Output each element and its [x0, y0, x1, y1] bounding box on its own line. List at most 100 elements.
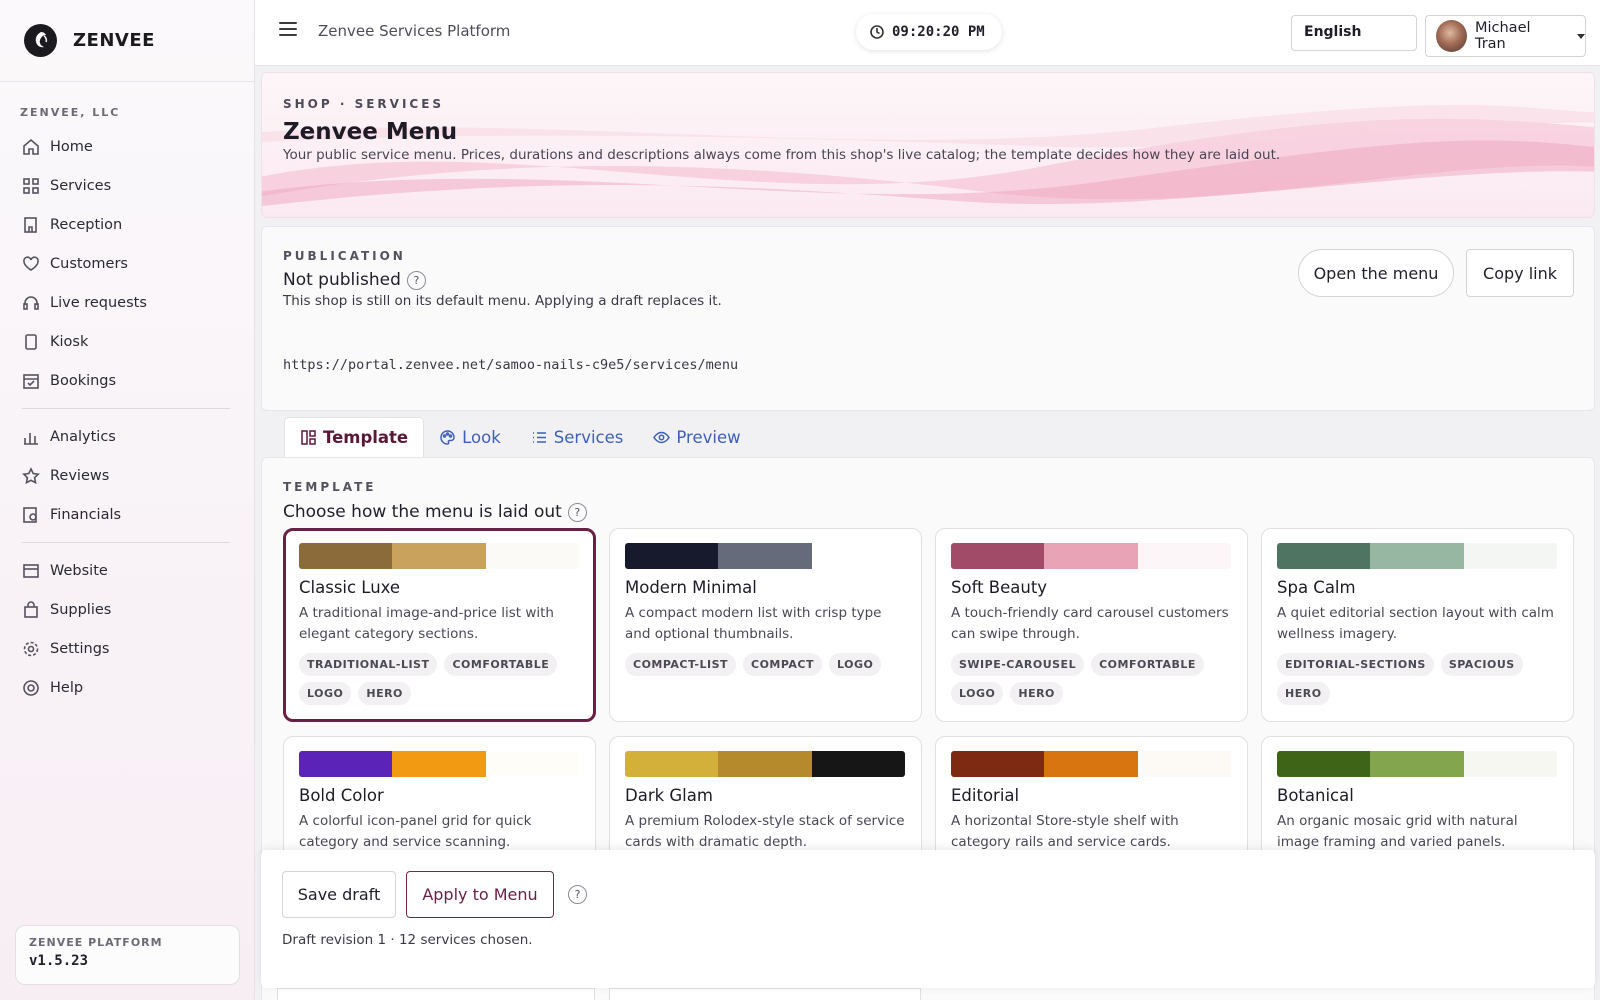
page-title: Zenvee Menu — [283, 119, 458, 145]
sidebar-item-website[interactable]: Website — [0, 551, 254, 590]
sidebar-item-home[interactable]: Home — [0, 127, 254, 166]
color-swatches — [951, 543, 1231, 569]
help-icon[interactable]: ? — [406, 270, 426, 290]
brand-logo-icon — [24, 24, 57, 57]
template-name: Dark Glam — [625, 786, 713, 805]
user-name: Michael Tran — [1474, 20, 1531, 52]
color-swatch — [951, 751, 1045, 777]
color-swatch — [951, 543, 1045, 569]
sidebar-item-label: Financials — [50, 506, 122, 523]
sidebar-item-label: Supplies — [50, 601, 112, 618]
template-tags: SWIPE-CAROUSEL COMFORTABLE LOGO HERO — [951, 653, 1232, 705]
platform-label: ZENVEE PLATFORM — [29, 936, 163, 949]
clock-icon — [870, 25, 884, 39]
platform-version-box: ZENVEE PLATFORM v1.5.23 — [15, 925, 240, 985]
receipt-icon — [23, 506, 37, 523]
template-tag: SWIPE-CAROUSEL — [951, 653, 1085, 676]
template-name: Editorial — [951, 786, 1020, 805]
color-swatches — [1277, 543, 1557, 569]
color-swatch — [1463, 543, 1557, 569]
publication-panel: PUBLICATION Not published ? This shop is… — [261, 226, 1595, 411]
breadcrumb: SHOP · SERVICES — [283, 97, 445, 111]
nav-divider — [22, 542, 230, 543]
tab-label: Services — [553, 427, 624, 447]
tablet-icon — [25, 333, 37, 350]
tab-look[interactable]: Look — [424, 417, 516, 457]
template-tags: COMPACT-LIST COMPACT LOGO — [625, 653, 906, 676]
sidebar-item-analytics[interactable]: Analytics — [0, 417, 254, 456]
sidebar-item-live-requests[interactable]: Live requests — [0, 283, 254, 322]
brand[interactable]: ZENVEE — [0, 0, 254, 82]
apply-to-menu-button[interactable]: Apply to Menu — [406, 871, 554, 918]
tab-template[interactable]: Template — [284, 417, 425, 457]
platform-title: Zenvee Services Platform — [318, 22, 511, 40]
sidebar-item-settings[interactable]: Settings — [0, 629, 254, 668]
user-menu[interactable]: Michael Tran — [1425, 15, 1586, 57]
sidebar-item-label: Help — [50, 679, 84, 696]
template-card[interactable]: Classic Luxe A traditional image-and-pric… — [283, 528, 596, 722]
sidebar-item-customers[interactable]: Customers — [0, 244, 254, 283]
calendar-check-icon — [23, 373, 39, 389]
help-icon[interactable]: ? — [568, 885, 587, 904]
save-bar: Save draft Apply to Menu ? Draft revisio… — [261, 850, 1595, 988]
sidebar-item-bookings[interactable]: Bookings — [0, 361, 254, 400]
palette-icon — [440, 429, 455, 445]
sidebar-item-label: Settings — [50, 640, 110, 657]
template-card[interactable]: Modern Minimal A compact modern list with… — [609, 528, 922, 722]
help-icon[interactable]: ? — [567, 502, 587, 522]
template-tags: TRADITIONAL-LIST COMFORTABLE LOGO HERO — [299, 653, 580, 705]
color-swatch — [718, 751, 812, 777]
template-card[interactable]: Soft Beauty A touch-friendly card carouse… — [935, 528, 1248, 722]
tab-preview[interactable]: Preview — [638, 417, 755, 457]
sidebar-item-kiosk[interactable]: Kiosk — [0, 322, 254, 361]
topbar: Zenvee Services Platform 09:20:20 PM Eng… — [255, 0, 1600, 66]
open-menu-button[interactable]: Open the menu — [1298, 249, 1454, 297]
bag-icon — [24, 600, 38, 618]
sidebar-item-financials[interactable]: Financials — [0, 495, 254, 534]
draft-info: Draft revision 1 · 12 services chosen. — [282, 932, 533, 948]
heart-icon — [23, 255, 39, 271]
template-tag: COMFORTABLE — [444, 653, 558, 676]
template-card-peek — [609, 988, 921, 1000]
browser-icon — [23, 563, 39, 578]
sidebar-item-reviews[interactable]: Reviews — [0, 456, 254, 495]
template-tag: HERO — [358, 682, 411, 705]
language-select[interactable]: English — [1291, 15, 1417, 51]
template-name: Modern Minimal — [625, 578, 757, 597]
sidebar-item-reception[interactable]: Reception — [0, 205, 254, 244]
color-swatch — [299, 543, 393, 569]
list-icon — [532, 431, 546, 443]
template-card[interactable]: Spa Calm A quiet editorial section layout… — [1261, 528, 1574, 722]
bar-chart-icon — [24, 432, 38, 445]
menu-toggle-icon[interactable] — [279, 22, 297, 40]
tab-label: Look — [462, 427, 501, 447]
color-swatches — [625, 751, 905, 777]
save-draft-button[interactable]: Save draft — [282, 871, 396, 918]
template-name: Soft Beauty — [951, 578, 1048, 597]
sidebar-item-supplies[interactable]: Supplies — [0, 590, 254, 629]
avatar — [1436, 20, 1467, 52]
sidebar-item-help[interactable]: Help — [0, 668, 254, 707]
template-description: A traditional image-and-price list with … — [299, 605, 554, 642]
sidebar-nav-reports: Analytics Reviews Financials — [0, 417, 254, 534]
sidebar-item-label: Reviews — [50, 467, 110, 484]
tab-services[interactable]: Services — [516, 417, 639, 457]
sidebar: ZENVEE ZENVEE, LLC Home Services Recepti… — [0, 0, 255, 1000]
sidebar-item-services[interactable]: Services — [0, 166, 254, 205]
menu-url[interactable]: https://portal.zenvee.net/samoo-nails-c9… — [283, 357, 1573, 373]
color-swatch — [625, 751, 719, 777]
sidebar-item-label: Live requests — [50, 294, 147, 311]
nav-divider — [22, 408, 230, 409]
sidebar-nav-admin: Website Supplies Settings Help — [0, 551, 254, 707]
template-label: TEMPLATE — [283, 480, 377, 494]
template-tag: COMFORTABLE — [1091, 653, 1204, 676]
publication-status-text: Not published — [283, 270, 401, 290]
clock: 09:20:20 PM — [856, 14, 1002, 50]
template-description: A horizontal Store-style shelf with cate… — [951, 813, 1179, 850]
copy-link-button[interactable]: Copy link — [1466, 249, 1574, 297]
template-name: Bold Color — [299, 786, 384, 805]
sidebar-item-label: Home — [50, 138, 93, 155]
org-label: ZENVEE, LLC — [20, 106, 121, 119]
template-card-peek — [277, 988, 595, 1000]
lifebuoy-icon — [23, 679, 39, 696]
